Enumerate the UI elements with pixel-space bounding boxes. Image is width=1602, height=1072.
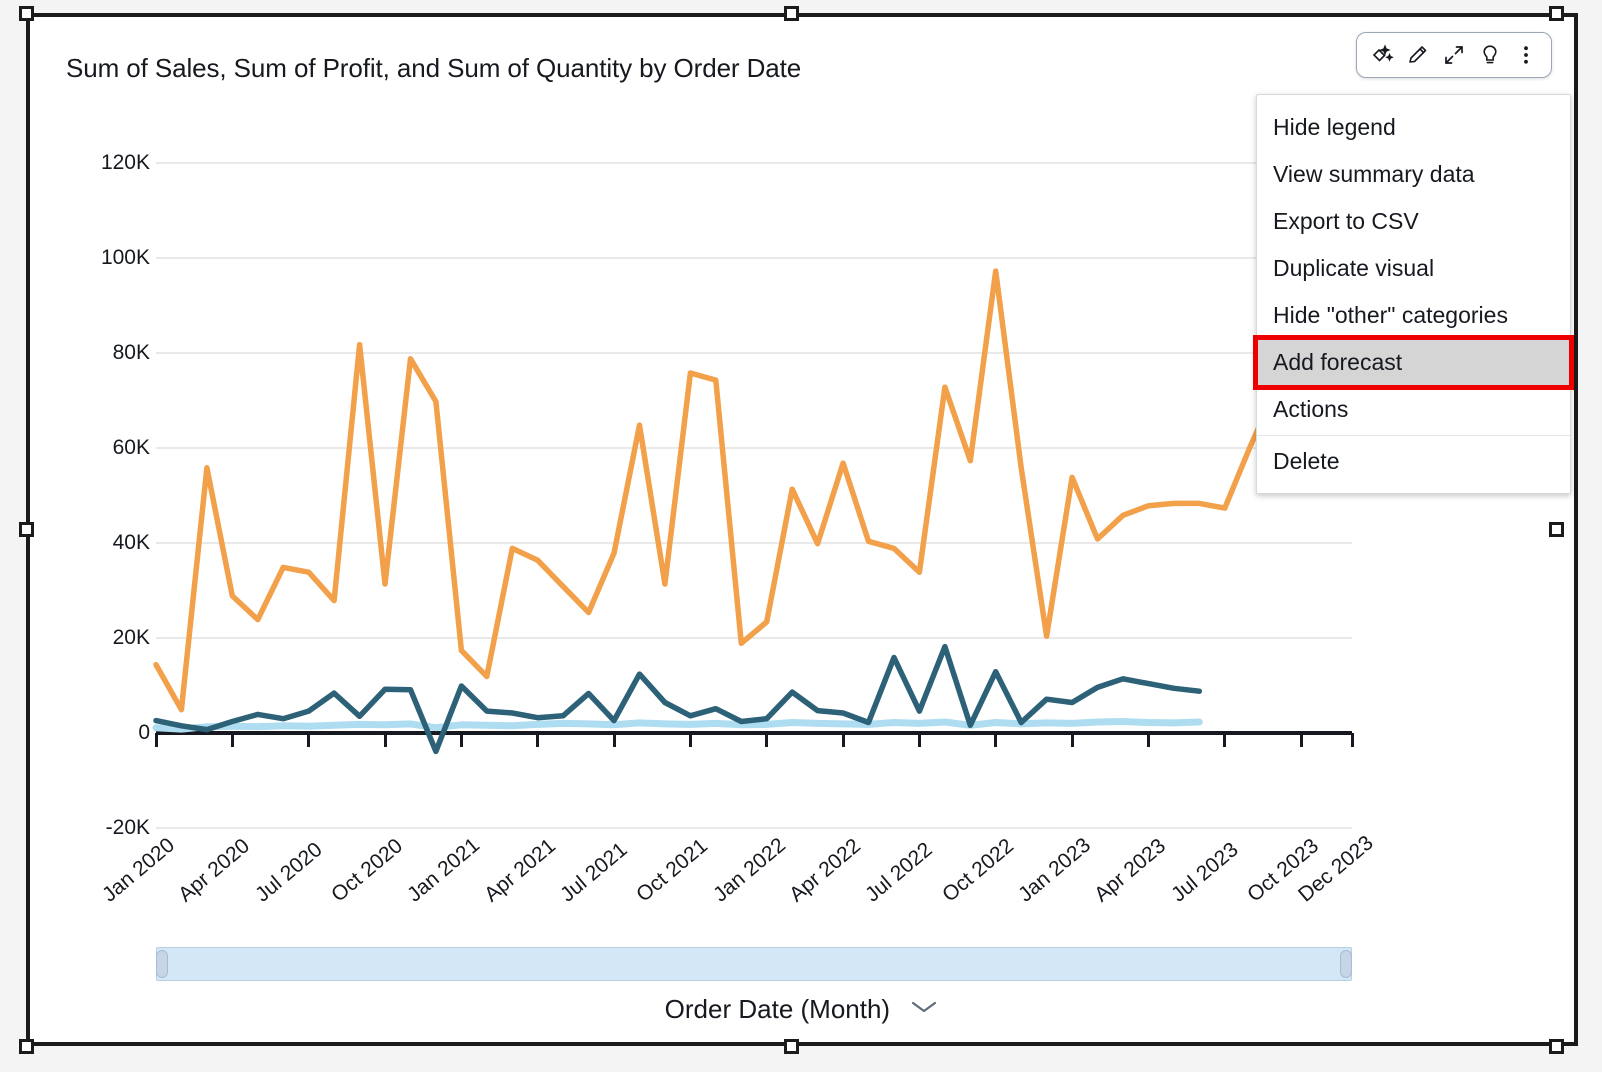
page-title: Sum of Sales, Sum of Profit, and Sum of … — [66, 53, 802, 83]
y-axis-tick-label: 60K — [112, 436, 150, 459]
visual-toolbar — [1356, 32, 1552, 78]
x-axis-tick-label: Jul 2020 — [250, 837, 327, 907]
menu-item-export-to-csv[interactable]: Export to CSV — [1257, 198, 1570, 245]
x-axis-tick-label: Apr 2020 — [174, 834, 255, 907]
x-axis-tick-label: Jan 2022 — [708, 833, 790, 907]
x-axis-tick-label: Jan 2023 — [1014, 833, 1096, 907]
x-axis-field-label: Order Date (Month) — [664, 994, 891, 1024]
x-axis-tick-label: Oct 2021 — [632, 834, 713, 907]
expand-arrows-icon[interactable] — [1437, 38, 1471, 72]
menu-item-add-forecast[interactable]: Add forecast — [1253, 335, 1574, 390]
x-axis-tick-label: Apr 2021 — [479, 834, 560, 907]
x-axis-field-control[interactable]: Order Date (Month) — [30, 992, 1574, 1025]
x-axis-tick-label: Apr 2022 — [785, 834, 866, 907]
y-axis-tick-label: 0 — [138, 721, 150, 744]
series-line-sales — [153, 268, 1355, 713]
scrollbar-left-handle[interactable] — [156, 950, 168, 978]
y-axis-tick-label: 40K — [112, 531, 150, 554]
visual-context-menu: Hide legend View summary data Export to CS… — [1253, 94, 1574, 494]
menu-item-hide-other-categories[interactable]: Hide "other" categories — [1257, 292, 1570, 339]
series-line-profit — [153, 643, 1203, 755]
x-axis-tick-label: Jul 2023 — [1166, 837, 1243, 907]
selection-handle-top-right[interactable] — [1549, 6, 1564, 21]
selection-handle-bottom-right[interactable] — [1549, 1039, 1564, 1054]
kebab-menu-icon[interactable] — [1509, 38, 1543, 72]
series-line-quantity — [152, 718, 1203, 733]
lightbulb-icon[interactable] — [1473, 38, 1507, 72]
x-axis-tick-label: Jul 2021 — [556, 837, 632, 907]
quicksight-visual-canvas: Sum of Sales, Sum of Profit, and Sum of … — [0, 0, 1602, 1072]
selection-handle-middle-right[interactable] — [1549, 522, 1564, 537]
selection-handle-top-left[interactable] — [19, 6, 34, 21]
menu-item-hide-legend[interactable]: Hide legend — [1257, 104, 1570, 151]
menu-separator — [1257, 435, 1570, 436]
selection-handle-bottom-center[interactable] — [784, 1039, 799, 1054]
menu-item-view-summary-data[interactable]: View summary data — [1257, 151, 1570, 198]
menu-item-duplicate-visual[interactable]: Duplicate visual — [1257, 245, 1570, 292]
y-axis-tick-label: 100K — [100, 246, 150, 269]
selection-handle-bottom-left[interactable] — [19, 1039, 34, 1054]
y-axis-tick-label: 20K — [112, 626, 150, 649]
x-axis-tick-label: Jul 2022 — [861, 837, 938, 907]
selection-handle-top-center[interactable] — [784, 6, 799, 21]
x-axis-tick-label: Jan 2020 — [98, 833, 179, 907]
y-axis-tick-label: 80K — [112, 341, 150, 364]
pencil-icon[interactable] — [1401, 38, 1435, 72]
y-axis-labels: 120K 100K 80K 60K 40K 20K 0 -20K — [60, 113, 150, 873]
x-axis-tick-label: Apr 2023 — [1090, 834, 1171, 907]
x-axis-labels: Jan 2020 Apr 2020 Jul 2020 Oct 2020 Jan 2021… — [30, 831, 1574, 947]
y-axis-tick-label: 120K — [100, 151, 150, 174]
menu-item-delete[interactable]: Delete — [1257, 438, 1570, 485]
chart-series — [152, 268, 1355, 755]
x-axis-tick-label: Jan 2021 — [403, 833, 485, 907]
selection-handle-middle-left[interactable] — [19, 522, 34, 537]
date-range-scrollbar[interactable] — [156, 947, 1352, 981]
x-axis-tick-label: Oct 2022 — [937, 834, 1018, 907]
scrollbar-right-handle[interactable] — [1340, 950, 1352, 978]
magic-wand-icon[interactable] — [1365, 38, 1399, 72]
chevron-down-icon[interactable] — [909, 992, 939, 1023]
selected-visual-frame[interactable]: Sum of Sales, Sum of Profit, and Sum of … — [26, 13, 1578, 1046]
x-axis-tick-label: Oct 2020 — [327, 834, 408, 907]
menu-item-actions[interactable]: Actions — [1257, 386, 1570, 433]
